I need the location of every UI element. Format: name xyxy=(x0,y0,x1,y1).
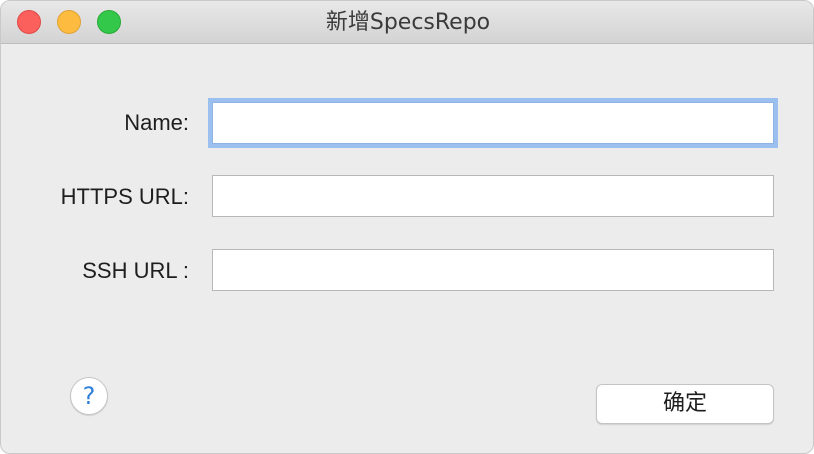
help-button[interactable]: ? xyxy=(70,377,108,415)
title-bar[interactable]: 新增SpecsRepo xyxy=(1,1,813,44)
https-url-input[interactable] xyxy=(212,175,774,217)
dialog-window: 新增SpecsRepo Name: HTTPS URL: SSH URL : ?… xyxy=(0,0,814,454)
ssh-url-input[interactable] xyxy=(212,249,774,291)
name-label: Name: xyxy=(124,110,189,135)
help-icon: ? xyxy=(82,382,96,410)
confirm-button[interactable]: 确定 xyxy=(596,384,774,424)
ssh-url-label: SSH URL : xyxy=(82,258,189,283)
window-title: 新增SpecsRepo xyxy=(325,10,491,35)
https-url-label: HTTPS URL: xyxy=(60,184,189,209)
name-input[interactable] xyxy=(212,102,774,144)
